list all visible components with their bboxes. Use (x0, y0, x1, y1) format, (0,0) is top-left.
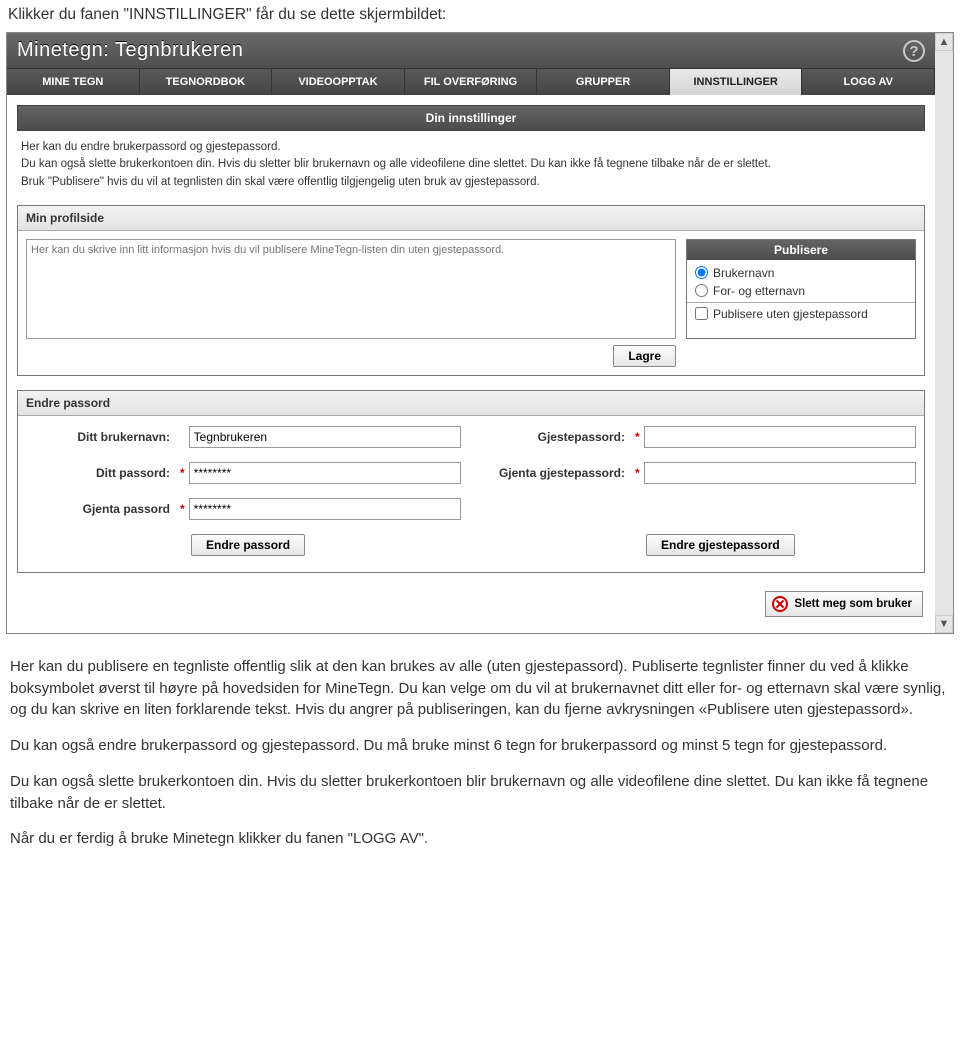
radio-username-label: Brukernavn (713, 266, 774, 280)
checkbox-noguest-label: Publisere uten gjestepassord (713, 307, 868, 321)
checkbox-noguest-input[interactable] (695, 307, 708, 320)
repeat-password-label: Gjenta passord (26, 502, 176, 516)
repeat-guest-password-input[interactable] (644, 462, 916, 484)
info-line-2: Du kan også slette brukerkontoen din. Hv… (21, 156, 921, 173)
profile-panel-title: Min profilside (18, 206, 924, 231)
guest-password-input[interactable] (644, 426, 916, 448)
delete-user-button[interactable]: Slett meg som bruker (765, 591, 923, 617)
doc-paragraph-3: Du kan også slette brukerkontoen din. Hv… (10, 771, 950, 815)
change-password-button[interactable]: Endre passord (191, 534, 305, 556)
tab-mine-tegn[interactable]: MINE TEGN (7, 69, 140, 95)
repeat-password-input[interactable] (189, 498, 461, 520)
password-panel-title: Endre passord (18, 391, 924, 416)
username-input[interactable] (189, 426, 461, 448)
settings-header: Din innstillinger (17, 105, 925, 131)
checkbox-noguest[interactable]: Publisere uten gjestepassord (695, 307, 907, 321)
username-label: Ditt brukernavn: (26, 430, 176, 444)
delete-icon (772, 596, 788, 612)
password-input[interactable] (189, 462, 461, 484)
doc-paragraph-1: Her kan du publisere en tegnliste offent… (10, 656, 950, 721)
required-icon: * (176, 502, 189, 516)
tab-fil-overforing[interactable]: FIL OVERFØRING (405, 69, 538, 95)
doc-body: Her kan du publisere en tegnliste offent… (0, 634, 960, 884)
tab-tegnordbok[interactable]: TEGNORDBOK (140, 69, 273, 95)
radio-username-input[interactable] (695, 266, 708, 279)
password-label: Ditt passord: (26, 466, 176, 480)
tab-innstillinger[interactable]: INNSTILLINGER (670, 69, 803, 95)
tab-logg-av[interactable]: LOGG AV (802, 69, 935, 95)
settings-info: Her kan du endre brukerpassord og gjeste… (17, 131, 925, 205)
info-line-3: Bruk "Publisere" hvis du vil at tegnlist… (21, 174, 921, 191)
titlebar: Minetegn: Tegnbrukeren ? (7, 33, 935, 69)
tab-videoopptak[interactable]: VIDEOOPPTAK (272, 69, 405, 95)
app-window: ▲ ▼ Minetegn: Tegnbrukeren ? MINE TEGN T… (6, 32, 954, 634)
content-area: Din innstillinger Her kan du endre bruke… (7, 95, 935, 633)
doc-paragraph-4: Når du er ferdig å bruke Minetegn klikke… (10, 828, 950, 850)
app-title: Minetegn: Tegnbrukeren (17, 39, 243, 62)
profile-panel: Min profilside Publisere Brukernavn For-… (17, 205, 925, 376)
radio-username[interactable]: Brukernavn (695, 266, 907, 280)
publish-box: Publisere Brukernavn For- og etternavn P… (686, 239, 916, 339)
scroll-down-icon[interactable]: ▼ (935, 615, 953, 633)
required-icon: * (631, 430, 644, 444)
radio-name-label: For- og etternavn (713, 284, 805, 298)
tab-bar: MINE TEGN TEGNORDBOK VIDEOOPPTAK FIL OVE… (7, 69, 935, 95)
radio-name[interactable]: For- og etternavn (695, 284, 907, 298)
doc-paragraph-2: Du kan også endre brukerpassord og gjest… (10, 735, 950, 757)
tab-grupper[interactable]: GRUPPER (537, 69, 670, 95)
doc-intro-text: Klikker du fanen "INNSTILLINGER" får du … (0, 0, 960, 28)
delete-user-label: Slett meg som bruker (794, 598, 912, 610)
scrollbar[interactable]: ▲ ▼ (935, 33, 953, 633)
scroll-up-icon[interactable]: ▲ (935, 33, 953, 51)
required-icon: * (631, 466, 644, 480)
info-line-1: Her kan du endre brukerpassord og gjeste… (21, 139, 921, 156)
guest-password-label: Gjestepassord: (481, 430, 631, 444)
radio-name-input[interactable] (695, 284, 708, 297)
required-icon: * (176, 466, 189, 480)
save-button[interactable]: Lagre (613, 345, 676, 367)
change-guest-password-button[interactable]: Endre gjestepassord (646, 534, 795, 556)
help-icon[interactable]: ? (903, 40, 925, 62)
password-panel: Endre passord Ditt brukernavn: * Ditt pa… (17, 390, 925, 573)
profile-textarea[interactable] (26, 239, 676, 339)
repeat-guest-password-label: Gjenta gjestepassord: (481, 466, 631, 480)
publish-header: Publisere (687, 240, 915, 260)
